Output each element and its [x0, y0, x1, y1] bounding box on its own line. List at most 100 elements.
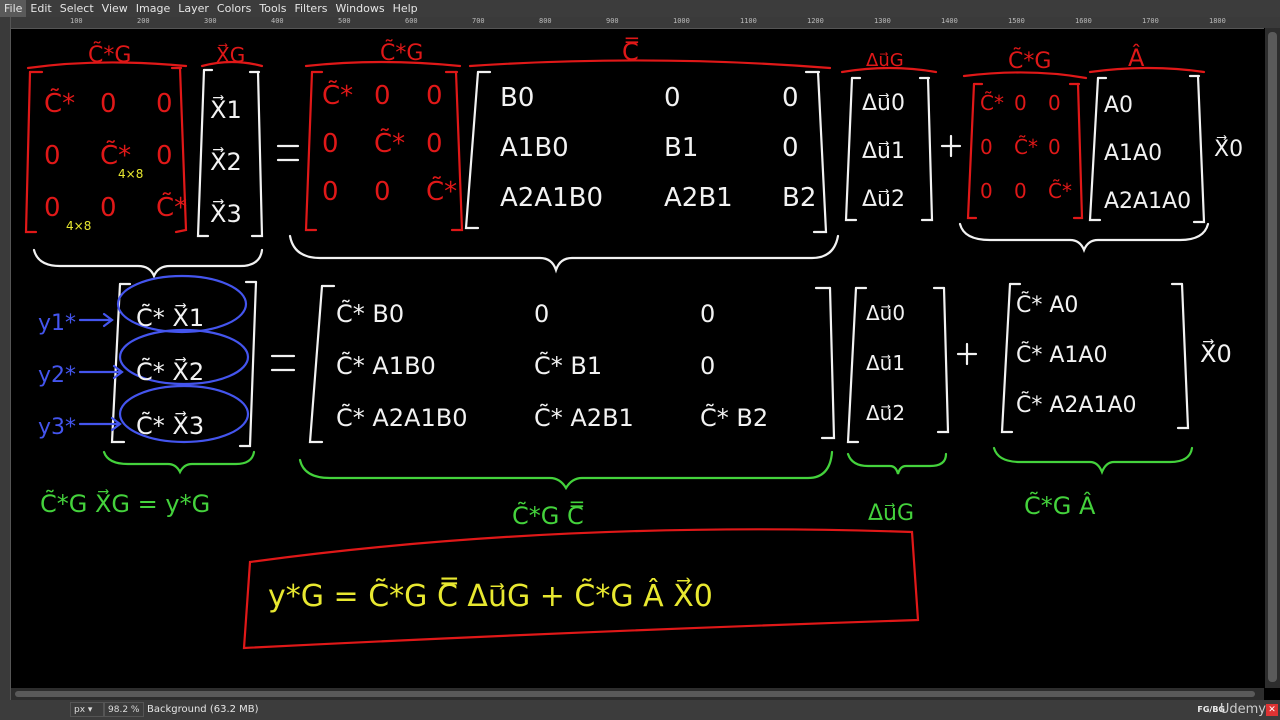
bracket — [24, 70, 38, 234]
vector-entry: A0 — [1104, 93, 1133, 118]
unit-select[interactable]: px ▾ — [70, 702, 104, 717]
horizontal-scrollbar[interactable] — [11, 688, 1264, 700]
ruler-tick-label: 1800 — [1209, 17, 1226, 25]
vector-entry: Δu⃗2 — [866, 401, 905, 425]
left-ruler — [0, 17, 11, 700]
matrix-cell: C̃* — [156, 191, 187, 223]
y-label: y1* — [38, 311, 76, 336]
matrix-cell: 0 — [100, 193, 117, 223]
vector-entry: C̃* A0 — [1016, 292, 1078, 318]
vector-x0: X⃗0 — [1214, 135, 1243, 162]
y-label: y3* — [38, 415, 76, 440]
menu-layer[interactable]: Layer — [174, 0, 213, 17]
vertical-scrollbar[interactable] — [1265, 28, 1280, 688]
top-ruler: 100 200 300 400 500 600 700 800 900 1000 1100 1200 1… — [10, 17, 1264, 29]
status-bar: px ▾ 98.2 % Background (63.2 MB) FG/BG U… — [0, 700, 1280, 720]
menu-colors[interactable]: Colors — [213, 0, 255, 17]
menu-image[interactable]: Image — [132, 0, 174, 17]
vector-entry: X⃗3 — [210, 199, 242, 228]
menu-windows[interactable]: Windows — [331, 0, 388, 17]
close-icon[interactable]: ✕ — [1266, 704, 1278, 716]
menu-file[interactable]: File — [0, 0, 27, 17]
matrix-cell: 0 — [1014, 179, 1027, 203]
matrix-cell: C̃* — [1014, 135, 1038, 159]
product-entry: C̃* X⃗1 — [136, 303, 204, 332]
matrix-cell: C̃* A2B1 — [534, 404, 634, 432]
matrix-cell: C̃* B2 — [700, 404, 768, 432]
y-label: y2* — [38, 363, 76, 388]
ruler-tick-label: 900 — [606, 17, 619, 25]
vertical-scroll-thumb[interactable] — [1268, 32, 1277, 682]
matrix-cell: 0 — [374, 177, 391, 207]
green-label: Δu⃗G — [868, 501, 914, 526]
label-a: Â — [1128, 43, 1145, 72]
menu-tools[interactable]: Tools — [255, 0, 290, 17]
matrix-cell: 0 — [700, 352, 715, 380]
matrix-cell: C̃* A2A1B0 — [336, 404, 468, 432]
label-dug: Δu⃗G — [866, 50, 904, 71]
matrix-cell: 0 — [374, 81, 391, 111]
matrix-cell: 0 — [980, 135, 993, 159]
vector-entry: X⃗1 — [210, 95, 242, 124]
result-equation: y*G = C̃*G C̿ Δu⃗G + C̃*G Â X⃗0 — [268, 578, 713, 614]
matrix-cell: 0 — [322, 177, 339, 207]
ruler-tick-label: 1000 — [673, 17, 690, 25]
label-cg: C̃*G — [380, 40, 423, 66]
matrix-cell: A1B0 — [500, 133, 569, 163]
size-label: 4×8 — [66, 219, 91, 233]
horizontal-scroll-thumb[interactable] — [15, 691, 1255, 697]
matrix-cell: A2A1B0 — [500, 183, 603, 213]
ruler-tick-label: 1600 — [1075, 17, 1092, 25]
matrix-cell: B1 — [664, 133, 698, 163]
matrix-cell: C̃* — [44, 87, 75, 119]
menu-view[interactable]: View — [98, 0, 132, 17]
ruler-tick-label: 1300 — [874, 17, 891, 25]
matrix-cell: 0 — [44, 141, 61, 171]
matrix-cell: 0 — [1014, 91, 1027, 115]
zoom-select[interactable]: 98.2 % — [104, 702, 144, 717]
menu-help[interactable]: Help — [389, 0, 422, 17]
pointer-coords — [0, 700, 70, 720]
matrix-cell: 0 — [1048, 91, 1061, 115]
matrix-cell: C̃* B1 — [534, 352, 602, 380]
size-label: 4×8 — [118, 167, 143, 181]
matrix-cell: C̃* — [980, 91, 1004, 115]
matrix-cell: 0 — [664, 83, 681, 113]
matrix-cell: B0 — [500, 83, 534, 113]
menu-filters[interactable]: Filters — [290, 0, 331, 17]
label-cbar: C̿ — [622, 37, 639, 66]
ruler-tick-label: 300 — [204, 17, 217, 25]
navigate-button[interactable] — [1264, 17, 1280, 28]
menu-bar: File Edit Select View Image Layer Colors Tools F… — [0, 0, 1280, 17]
image-canvas[interactable]: C̃*G X⃗G C̃*G C̿ Δu⃗G C̃*G Â C̃* 0 0 0 C̃* 0 0 0 C̃* 4×8… — [11, 29, 1264, 688]
matrix-cell: C̃* — [1048, 179, 1072, 203]
matrix-cell: 0 — [980, 179, 993, 203]
ruler-tick-label: 800 — [539, 17, 552, 25]
vector-entry: A1A0 — [1104, 141, 1162, 166]
green-label: C̃*G C̿ — [512, 501, 584, 530]
matrix-cell: 0 — [156, 89, 173, 119]
matrix-cell: B2 — [782, 183, 816, 213]
vector-entry: Δu⃗0 — [862, 91, 905, 116]
green-label: C̃*G Â — [1024, 491, 1096, 520]
vector-entry: A2A1A0 — [1104, 189, 1191, 214]
matrix-cell: 0 — [1048, 135, 1061, 159]
vector-entry: X⃗2 — [210, 147, 242, 176]
matrix-cell: 0 — [534, 300, 549, 328]
ruler-tick-label: 700 — [472, 17, 485, 25]
ruler-tick-label: 400 — [271, 17, 284, 25]
product-entry: C̃* X⃗3 — [136, 411, 204, 440]
matrix-cell: 0 — [426, 81, 443, 111]
menu-select[interactable]: Select — [56, 0, 98, 17]
matrix-cell: 0 — [782, 83, 799, 113]
menu-edit[interactable]: Edit — [26, 0, 55, 17]
matrix-cell: 0 — [322, 129, 339, 159]
vector-entry: Δu⃗1 — [866, 351, 905, 375]
vector-x0: X⃗0 — [1200, 339, 1232, 368]
label-xg: X⃗G — [216, 42, 245, 67]
layer-info: Background (63.2 MB) — [147, 704, 259, 715]
ruler-tick-label: 1200 — [807, 17, 824, 25]
zoom-value: 98.2 % — [108, 705, 140, 715]
vector-entry: C̃* A1A0 — [1016, 342, 1107, 368]
matrix-cell: C̃* — [426, 175, 457, 207]
